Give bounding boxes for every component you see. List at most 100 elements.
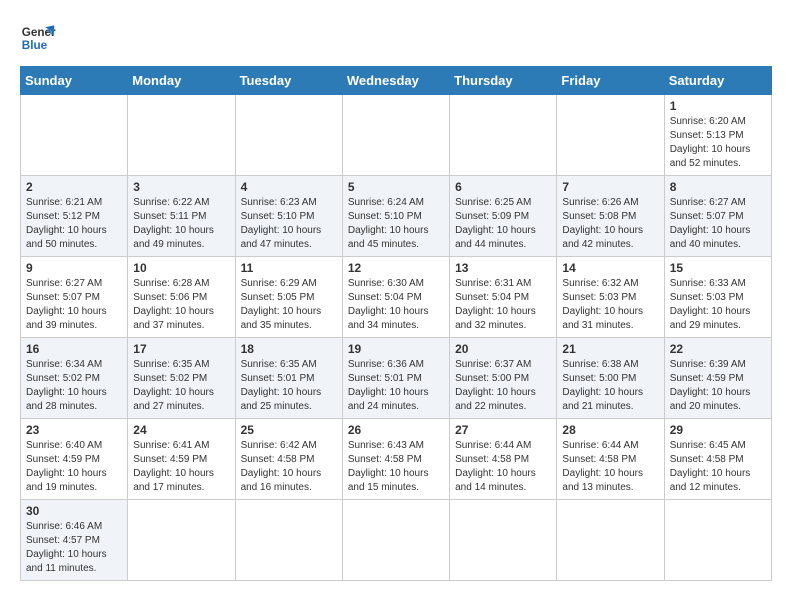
calendar: SundayMondayTuesdayWednesdayThursdayFrid… — [20, 66, 772, 581]
day-number: 6 — [455, 180, 551, 194]
calendar-cell: 26Sunrise: 6:43 AM Sunset: 4:58 PM Dayli… — [342, 419, 449, 500]
calendar-cell: 14 Sunrise: 6:32 AM Sunset: 5:03 PM Dayli… — [557, 257, 664, 338]
page-container: General Blue SundayMondayTuesdayWednesda… — [20, 20, 772, 581]
day-number: 4 — [241, 180, 337, 194]
calendar-cell: 10 Sunrise: 6:28 AM Sunset: 5:06 PM Dayli… — [128, 257, 235, 338]
day-info: Sunrise: 6:29 AM Sunset: 5:05 PM Dayligh… — [241, 277, 337, 333]
calendar-cell: 6 Sunrise: 6:25 AM Sunset: 5:09 PM Daylig… — [450, 176, 557, 257]
day-number: 16 — [26, 342, 122, 356]
day-info: Sunrise: 6:37 AM Sunset: 5:00 PM Dayligh… — [455, 358, 551, 414]
day-number: 1 — [670, 99, 766, 113]
calendar-week-row: 23 Sunrise: 6:40 AM Sunset: 4:59 PM Dayli… — [21, 419, 772, 500]
calendar-cell: 19 Sunrise: 6:36 AM Sunset: 5:01 PM Dayli… — [342, 338, 449, 419]
calendar-cell — [21, 95, 128, 176]
day-info: Sunrise: 6:35 AM Sunset: 5:01 PM Dayligh… — [241, 358, 337, 414]
calendar-cell: 20 Sunrise: 6:37 AM Sunset: 5:00 PM Dayli… — [450, 338, 557, 419]
logo: General Blue — [20, 20, 62, 56]
calendar-cell — [342, 95, 449, 176]
day-number: 7 — [562, 180, 658, 194]
calendar-cell: 11 Sunrise: 6:29 AM Sunset: 5:05 PM Dayli… — [235, 257, 342, 338]
day-number: 19 — [348, 342, 444, 356]
day-info: Sunrise: 6:23 AM Sunset: 5:10 PM Dayligh… — [241, 196, 337, 252]
svg-text:Blue: Blue — [22, 39, 48, 52]
day-info: Sunrise: 6:36 AM Sunset: 5:01 PM Dayligh… — [348, 358, 444, 414]
day-number: 25 — [241, 423, 337, 437]
day-info: Sunrise: 6:25 AM Sunset: 5:09 PM Dayligh… — [455, 196, 551, 252]
day-number: 17 — [133, 342, 229, 356]
calendar-cell — [235, 500, 342, 581]
day-number: 9 — [26, 261, 122, 275]
day-number: 23 — [26, 423, 122, 437]
calendar-cell: 3Sunrise: 6:22 AM Sunset: 5:11 PM Daylig… — [128, 176, 235, 257]
day-info: Sunrise: 6:45 AM Sunset: 4:58 PM Dayligh… — [670, 439, 766, 495]
calendar-cell: 28Sunrise: 6:44 AM Sunset: 4:58 PM Dayli… — [557, 419, 664, 500]
calendar-cell: 16 Sunrise: 6:34 AM Sunset: 5:02 PM Dayli… — [21, 338, 128, 419]
day-info: Sunrise: 6:27 AM Sunset: 5:07 PM Dayligh… — [26, 277, 122, 333]
day-number: 10 — [133, 261, 229, 275]
calendar-cell — [128, 95, 235, 176]
calendar-cell: 2Sunrise: 6:21 AM Sunset: 5:12 PM Daylig… — [21, 176, 128, 257]
day-number: 30 — [26, 504, 122, 518]
day-info: Sunrise: 6:39 AM Sunset: 4:59 PM Dayligh… — [670, 358, 766, 414]
calendar-cell: 24 Sunrise: 6:41 AM Sunset: 4:59 PM Dayli… — [128, 419, 235, 500]
calendar-cell: 18 Sunrise: 6:35 AM Sunset: 5:01 PM Dayli… — [235, 338, 342, 419]
calendar-cell: 29Sunrise: 6:45 AM Sunset: 4:58 PM Dayli… — [664, 419, 771, 500]
calendar-cell: 8Sunrise: 6:27 AM Sunset: 5:07 PM Daylig… — [664, 176, 771, 257]
day-number: 13 — [455, 261, 551, 275]
day-number: 26 — [348, 423, 444, 437]
day-number: 11 — [241, 261, 337, 275]
day-info: Sunrise: 6:38 AM Sunset: 5:00 PM Dayligh… — [562, 358, 658, 414]
day-info: Sunrise: 6:46 AM Sunset: 4:57 PM Dayligh… — [26, 520, 122, 576]
day-of-week-header: Monday — [128, 67, 235, 95]
day-info: Sunrise: 6:41 AM Sunset: 4:59 PM Dayligh… — [133, 439, 229, 495]
day-info: Sunrise: 6:42 AM Sunset: 4:58 PM Dayligh… — [241, 439, 337, 495]
day-number: 3 — [133, 180, 229, 194]
logo-icon: General Blue — [20, 20, 56, 56]
calendar-cell — [450, 95, 557, 176]
day-info: Sunrise: 6:27 AM Sunset: 5:07 PM Dayligh… — [670, 196, 766, 252]
calendar-cell — [342, 500, 449, 581]
day-info: Sunrise: 6:32 AM Sunset: 5:03 PM Dayligh… — [562, 277, 658, 333]
day-info: Sunrise: 6:34 AM Sunset: 5:02 PM Dayligh… — [26, 358, 122, 414]
calendar-cell — [557, 500, 664, 581]
calendar-cell: 17 Sunrise: 6:35 AM Sunset: 5:02 PM Dayli… — [128, 338, 235, 419]
calendar-cell: 23 Sunrise: 6:40 AM Sunset: 4:59 PM Dayli… — [21, 419, 128, 500]
day-info: Sunrise: 6:28 AM Sunset: 5:06 PM Dayligh… — [133, 277, 229, 333]
day-info: Sunrise: 6:24 AM Sunset: 5:10 PM Dayligh… — [348, 196, 444, 252]
calendar-cell: 7 Sunrise: 6:26 AM Sunset: 5:08 PM Daylig… — [557, 176, 664, 257]
calendar-week-row: 9 Sunrise: 6:27 AM Sunset: 5:07 PM Daylig… — [21, 257, 772, 338]
day-info: Sunrise: 6:44 AM Sunset: 4:58 PM Dayligh… — [455, 439, 551, 495]
day-number: 24 — [133, 423, 229, 437]
calendar-cell: 22 Sunrise: 6:39 AM Sunset: 4:59 PM Dayli… — [664, 338, 771, 419]
day-number: 12 — [348, 261, 444, 275]
calendar-cell: 12 Sunrise: 6:30 AM Sunset: 5:04 PM Dayli… — [342, 257, 449, 338]
day-info: Sunrise: 6:26 AM Sunset: 5:08 PM Dayligh… — [562, 196, 658, 252]
calendar-cell: 27Sunrise: 6:44 AM Sunset: 4:58 PM Dayli… — [450, 419, 557, 500]
calendar-cell: 4 Sunrise: 6:23 AM Sunset: 5:10 PM Daylig… — [235, 176, 342, 257]
day-info: Sunrise: 6:35 AM Sunset: 5:02 PM Dayligh… — [133, 358, 229, 414]
day-info: Sunrise: 6:44 AM Sunset: 4:58 PM Dayligh… — [562, 439, 658, 495]
day-number: 14 — [562, 261, 658, 275]
calendar-cell — [664, 500, 771, 581]
day-number: 20 — [455, 342, 551, 356]
calendar-cell — [235, 95, 342, 176]
calendar-cell: 13Sunrise: 6:31 AM Sunset: 5:04 PM Dayli… — [450, 257, 557, 338]
day-number: 18 — [241, 342, 337, 356]
calendar-header-row: SundayMondayTuesdayWednesdayThursdayFrid… — [21, 67, 772, 95]
calendar-cell — [557, 95, 664, 176]
day-info: Sunrise: 6:20 AM Sunset: 5:13 PM Dayligh… — [670, 115, 766, 171]
calendar-cell: 21Sunrise: 6:38 AM Sunset: 5:00 PM Dayli… — [557, 338, 664, 419]
calendar-cell: 9 Sunrise: 6:27 AM Sunset: 5:07 PM Daylig… — [21, 257, 128, 338]
day-number: 22 — [670, 342, 766, 356]
header: General Blue — [20, 20, 772, 56]
calendar-cell: 15Sunrise: 6:33 AM Sunset: 5:03 PM Dayli… — [664, 257, 771, 338]
calendar-cell: 1 Sunrise: 6:20 AM Sunset: 5:13 PM Daylig… — [664, 95, 771, 176]
calendar-week-row: 2Sunrise: 6:21 AM Sunset: 5:12 PM Daylig… — [21, 176, 772, 257]
day-of-week-header: Tuesday — [235, 67, 342, 95]
day-info: Sunrise: 6:30 AM Sunset: 5:04 PM Dayligh… — [348, 277, 444, 333]
day-of-week-header: Friday — [557, 67, 664, 95]
calendar-cell: 25 Sunrise: 6:42 AM Sunset: 4:58 PM Dayli… — [235, 419, 342, 500]
calendar-cell: 30 Sunrise: 6:46 AM Sunset: 4:57 PM Dayli… — [21, 500, 128, 581]
day-number: 15 — [670, 261, 766, 275]
day-info: Sunrise: 6:40 AM Sunset: 4:59 PM Dayligh… — [26, 439, 122, 495]
